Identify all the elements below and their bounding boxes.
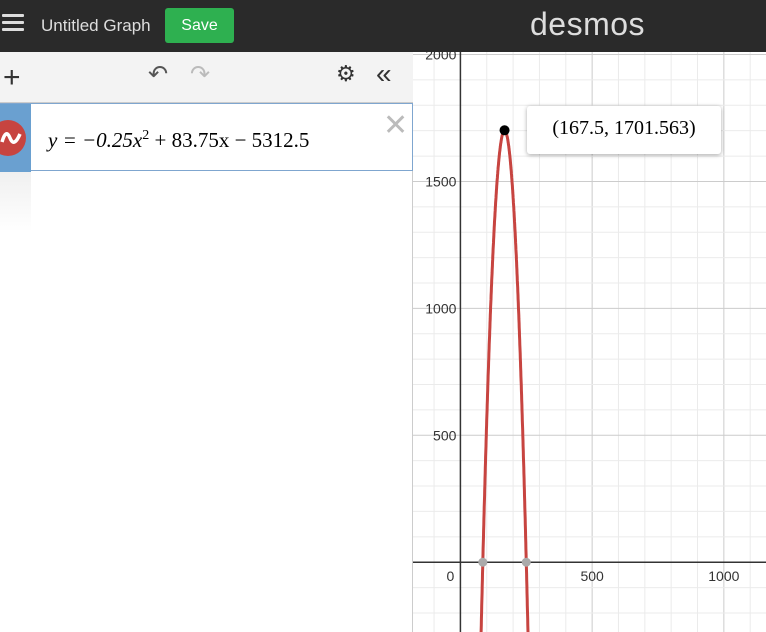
y-tick-label: 1000 (425, 300, 456, 316)
curve-color-icon[interactable] (0, 120, 26, 156)
top-bar: Untitled Graph Save desmos (0, 0, 766, 52)
graph-title[interactable]: Untitled Graph (41, 16, 151, 36)
undo-icon[interactable]: ↶ (148, 60, 168, 89)
root-point (478, 557, 488, 567)
collapse-icon[interactable]: « (376, 58, 392, 90)
redo-icon[interactable]: ↷ (190, 60, 210, 89)
x-tick-label: 500 (580, 568, 604, 584)
expression-math[interactable]: y = −0.25x2 + 83.75x − 5312.5 (48, 128, 309, 153)
expression-toolbar: + ↶ ↷ ⚙ « (0, 52, 413, 103)
expression-list: y = −0.25x2 + 83.75x − 5312.5 ✕ (0, 103, 413, 632)
add-icon[interactable]: + (3, 61, 21, 95)
root-point (521, 557, 531, 567)
parabola-curve (479, 128, 530, 632)
desmos-logo: desmos (530, 6, 646, 42)
y-tick-label: 500 (433, 427, 457, 443)
menu-icon[interactable] (2, 14, 24, 34)
gear-icon[interactable]: ⚙ (336, 61, 356, 87)
x-tick-label: 1000 (708, 568, 739, 584)
close-icon[interactable]: ✕ (383, 108, 408, 143)
save-button[interactable]: Save (165, 8, 234, 43)
new-expression-gutter (0, 172, 31, 232)
y-tick-label: 1500 (425, 173, 456, 189)
vertex-point (499, 125, 510, 136)
origin-label: 0 (447, 568, 455, 584)
y-tick-label: 2000 (425, 52, 456, 63)
point-tooltip: (167.5, 1701.563) (527, 106, 721, 154)
expression-gutter (0, 104, 31, 172)
expression-row[interactable]: y = −0.25x2 + 83.75x − 5312.5 ✕ (0, 103, 413, 172)
